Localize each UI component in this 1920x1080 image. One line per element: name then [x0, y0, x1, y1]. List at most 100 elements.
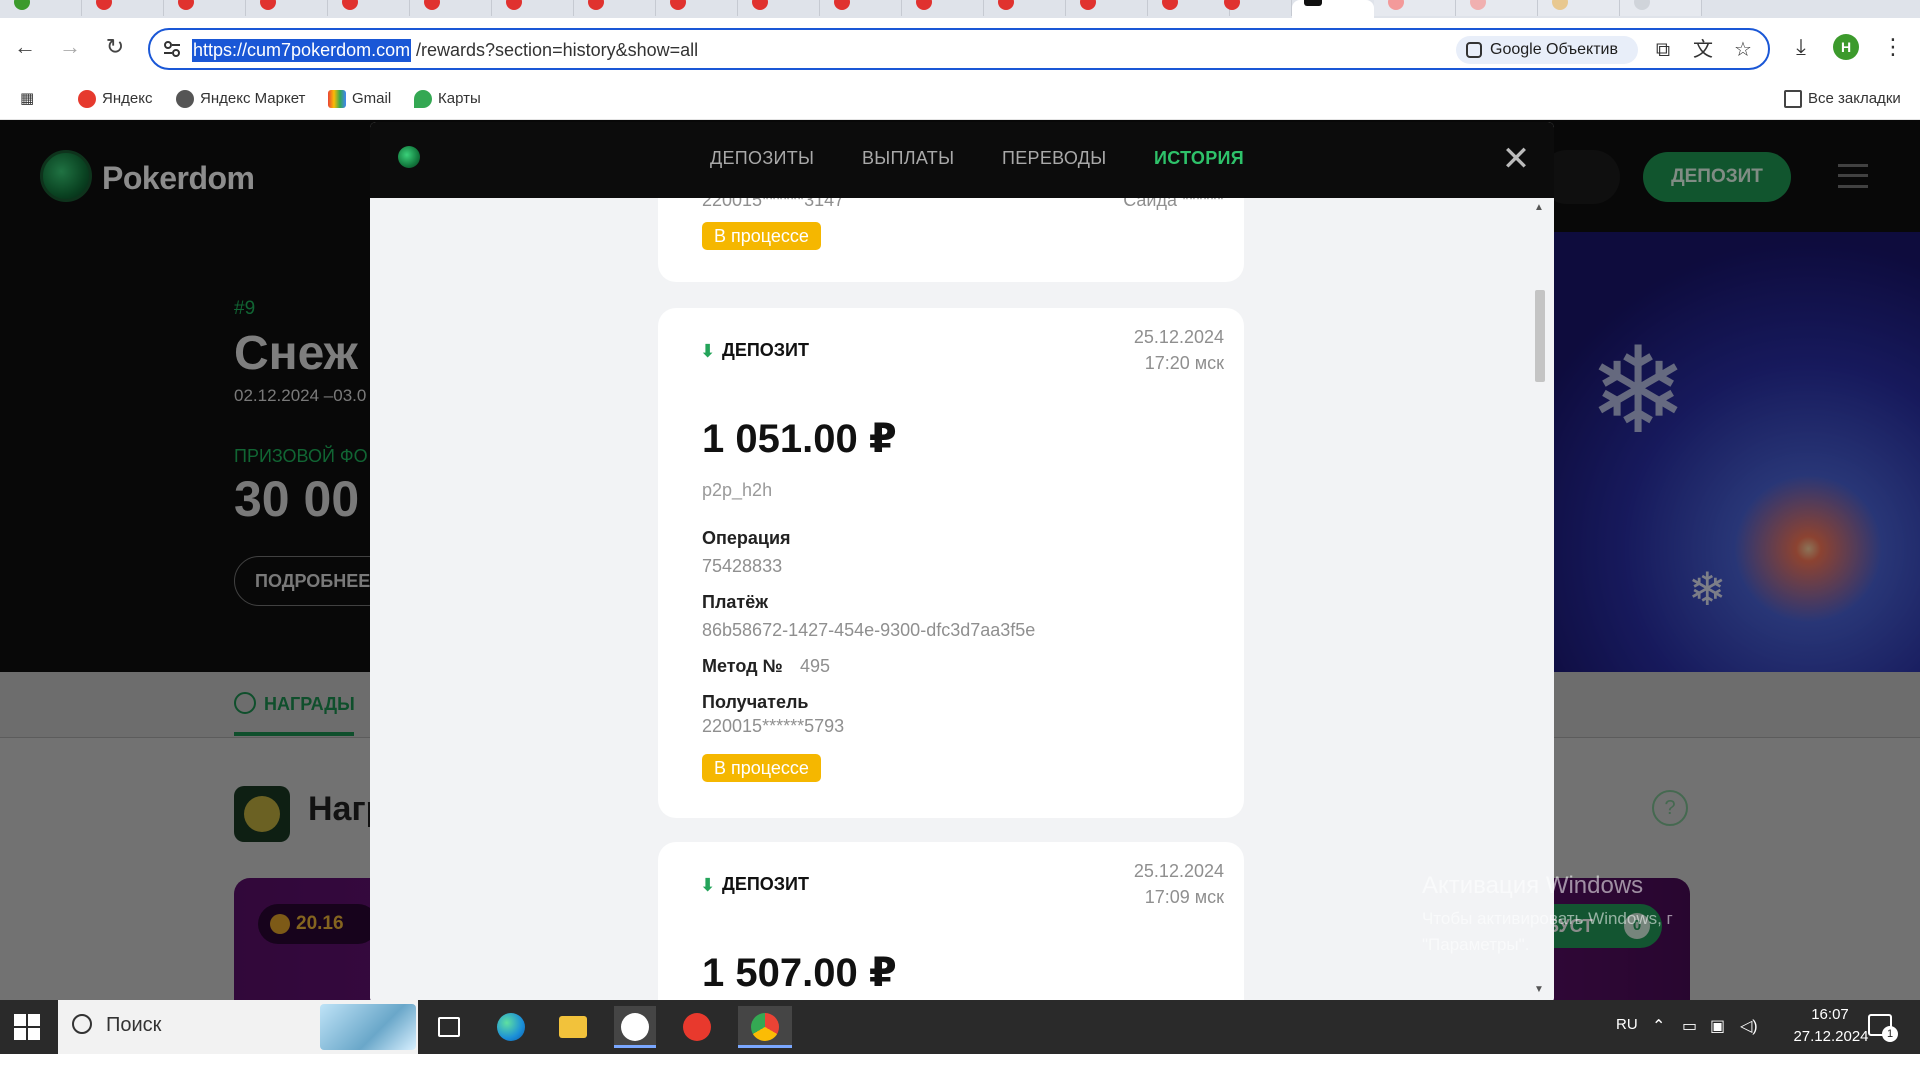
bookmark-label: Яндекс Маркет [200, 90, 306, 107]
bookmark-gmail[interactable]: Gmail [328, 88, 391, 110]
lens-label: Google Объектив [1490, 41, 1618, 58]
profile-avatar[interactable]: H [1833, 34, 1859, 60]
transaction-card: ⬇ ДЕПОЗИТ 25.12.2024 17:09 мск 1 507.00 ₽ [658, 842, 1244, 1002]
search-placeholder: Поиск [106, 1014, 162, 1036]
battery-icon[interactable]: ▭ [1682, 1016, 1697, 1036]
browser-tab[interactable] [902, 0, 984, 16]
browser-tab[interactable] [738, 0, 820, 16]
task-view-icon[interactable] [428, 1006, 470, 1048]
method-number-value: 495 [800, 656, 831, 676]
tab-favicon-icon [670, 0, 686, 10]
taskbar-search[interactable]: Поиск [58, 1000, 418, 1054]
forward-arrow-icon[interactable]: → [55, 32, 85, 62]
bookmark-yandex-market[interactable]: Яндекс Маркет [176, 88, 305, 110]
browser-tab[interactable] [328, 0, 410, 16]
maps-pin-icon [414, 90, 432, 108]
site-settings-icon[interactable] [162, 39, 182, 59]
input-language[interactable]: RU [1616, 1016, 1638, 1033]
scroll-up-arrow-icon[interactable]: ▲ [1534, 202, 1544, 213]
bookmark-maps[interactable]: Карты [414, 88, 481, 110]
browser-tab[interactable] [1456, 0, 1538, 16]
apps-grid-icon[interactable]: ▦ [20, 88, 34, 110]
tab-favicon-icon [998, 0, 1014, 10]
transaction-type-label: ДЕПОЗИТ [722, 340, 809, 360]
transaction-amount: 1 051.00 ₽ [702, 417, 897, 461]
tab-favicon-icon [1388, 0, 1404, 10]
transaction-time: 17:20 мск [1144, 353, 1224, 373]
transaction-date: 25.12.2024 [1133, 861, 1224, 881]
tab-favicon-icon [1224, 0, 1240, 10]
browser-tab[interactable] [656, 0, 738, 16]
payment-value: 86b58672-1427-454e-9300-dfc3d7aa3f5e [702, 620, 1036, 640]
browser-tab[interactable] [1374, 0, 1456, 16]
browser-tab[interactable] [164, 0, 246, 16]
browser-tab[interactable] [1210, 0, 1292, 16]
tab-history[interactable]: ИСТОРИЯ [1154, 148, 1244, 169]
tab-favicon-icon [506, 0, 522, 10]
browser-tab[interactable] [0, 0, 82, 16]
close-icon[interactable]: ✕ [1500, 142, 1532, 176]
recipient-value: 220015******5793 [702, 716, 845, 736]
modal-header: ДЕПОЗИТЫ ВЫПЛАТЫ ПЕРЕВОДЫ ИСТОРИЯ ✕ [370, 122, 1554, 198]
browser-tab[interactable] [984, 0, 1066, 16]
payment-method: p2p_h2h [702, 480, 773, 500]
yandex-icon [78, 90, 96, 108]
windows-start-icon[interactable] [14, 1014, 40, 1040]
tab-favicon-icon [1470, 0, 1486, 10]
google-lens-button[interactable]: Google Объектив [1456, 36, 1638, 64]
browser-toolbar: ← → ↻ https://cum7pokerdom.com /rewards?… [0, 18, 1920, 78]
reload-icon[interactable]: ↻ [100, 32, 130, 62]
yandex-icon[interactable] [676, 1006, 718, 1048]
bookmark-label: Gmail [352, 90, 392, 107]
tab-favicon-icon [1162, 0, 1178, 10]
browser-tab[interactable] [1066, 0, 1148, 16]
browser-tab[interactable] [410, 0, 492, 16]
all-bookmarks-label: Все закладки [1808, 90, 1901, 107]
tab-favicon-icon [178, 0, 194, 10]
back-arrow-icon[interactable]: ← [10, 32, 40, 62]
file-explorer-icon[interactable] [552, 1006, 594, 1048]
address-bar[interactable]: https://cum7pokerdom.com /rewards?sectio… [148, 28, 1770, 70]
screen-bottom-edge [0, 1054, 1920, 1080]
transaction-time: 17:09 мск [1144, 887, 1224, 907]
yandex-browser-icon[interactable] [614, 1006, 656, 1048]
market-icon [176, 90, 194, 108]
scrollbar-thumb[interactable] [1535, 290, 1545, 382]
volume-icon[interactable]: ◁) [1740, 1016, 1758, 1036]
browser-tab[interactable] [820, 0, 902, 16]
browser-tab[interactable] [1538, 0, 1620, 16]
bookmark-label: Карты [438, 90, 481, 107]
scroll-down-arrow-icon[interactable]: ▼ [1534, 984, 1544, 995]
clock-time[interactable]: 16:07 [1800, 1006, 1860, 1023]
pokerdom-logo-icon [398, 146, 420, 168]
tab-withdrawals[interactable]: ВЫПЛАТЫ [862, 148, 954, 169]
network-icon[interactable]: ▣ [1710, 1016, 1725, 1036]
install-app-icon[interactable]: ⧉ [1652, 39, 1674, 61]
all-bookmarks-folder[interactable]: Все закладки [1784, 88, 1901, 110]
downloads-icon[interactable]: ⤓ [1786, 32, 1816, 62]
method-number-label: Метод № [702, 656, 783, 676]
browser-tab[interactable] [82, 0, 164, 16]
tab-favicon-icon [1552, 0, 1568, 10]
bookmark-star-icon[interactable]: ☆ [1732, 39, 1754, 61]
edge-icon[interactable] [490, 1006, 532, 1048]
translate-icon[interactable]: 文 [1692, 39, 1714, 61]
chrome-icon[interactable] [738, 1006, 792, 1048]
active-browser-tab[interactable] [1292, 0, 1374, 18]
tab-favicon-icon [424, 0, 440, 10]
windows-activation-watermark: Активация Windows [1422, 872, 1644, 899]
browser-tab[interactable] [574, 0, 656, 16]
browser-tab[interactable] [246, 0, 328, 16]
tab-deposits[interactable]: ДЕПОЗИТЫ [710, 148, 814, 169]
browser-tab[interactable] [1620, 0, 1702, 16]
chevron-up-icon[interactable]: ⌃ [1652, 1016, 1665, 1036]
tab-transfers[interactable]: ПЕРЕВОДЫ [1002, 148, 1107, 169]
search-highlight-image [320, 1004, 416, 1050]
url-path[interactable]: /rewards?section=history&show=all [416, 40, 698, 61]
url-host[interactable]: https://cum7pokerdom.com [192, 39, 412, 62]
transaction-type: ⬇ ДЕПОЗИТ [700, 874, 809, 895]
browser-tab[interactable] [492, 0, 574, 16]
more-menu-icon[interactable]: ⋮ [1878, 32, 1908, 62]
transaction-type: ⬇ ДЕПОЗИТ [700, 340, 809, 361]
bookmark-yandex[interactable]: Яндекс [78, 88, 152, 110]
